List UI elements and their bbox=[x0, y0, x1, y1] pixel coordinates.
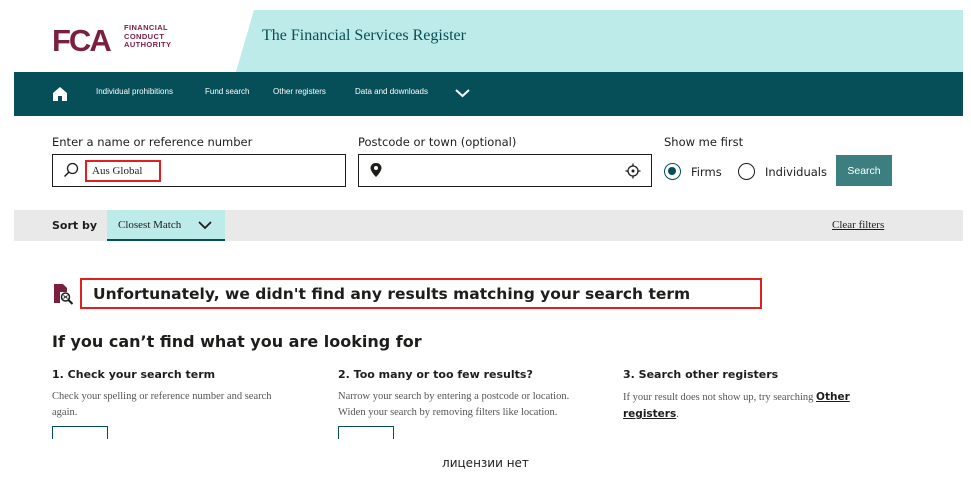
search-query-value[interactable]: Aus Global bbox=[85, 160, 161, 182]
sort-select-value: Closest Match bbox=[118, 219, 182, 231]
chevron-down-icon bbox=[198, 221, 212, 230]
chevron-down-icon[interactable] bbox=[455, 88, 470, 98]
no-results-text: Unfortunately, we didn't find any result… bbox=[93, 285, 691, 303]
clear-filters-link[interactable]: Clear filters bbox=[832, 219, 884, 231]
individuals-radio[interactable] bbox=[738, 163, 755, 180]
help-column-body: Narrow your search by entering a postcod… bbox=[338, 391, 570, 418]
help-action-button[interactable] bbox=[338, 426, 394, 440]
other-registers-link[interactable]: Other bbox=[816, 391, 850, 403]
help-column-title: 3. Search other registers bbox=[623, 368, 779, 381]
sort-bar: Sort by Closest Match Clear filters bbox=[14, 210, 963, 241]
logo-wordmark: FINANCIAL CONDUCT AUTHORITY bbox=[124, 23, 172, 49]
search-icon bbox=[63, 162, 79, 178]
logo-mark: FCA bbox=[52, 23, 112, 58]
firms-radio-label[interactable]: Firms bbox=[691, 165, 722, 179]
help-column-title: 1. Check your search term bbox=[52, 368, 216, 381]
nav-data-and-downloads[interactable]: Data and downloads bbox=[355, 87, 428, 96]
help-heading: If you can’t find what you are looking f… bbox=[52, 332, 422, 351]
site-header: FCA FINANCIAL CONDUCT AUTHORITY The Fina… bbox=[14, 10, 963, 72]
search-button[interactable]: Search bbox=[836, 155, 892, 186]
sort-select[interactable]: Closest Match bbox=[107, 210, 225, 241]
location-field-label: Postcode or town (optional) bbox=[358, 135, 517, 149]
current-location-icon[interactable] bbox=[625, 163, 641, 179]
home-icon[interactable] bbox=[52, 86, 68, 102]
location-pin-icon bbox=[370, 163, 382, 177]
show-first-label: Show me first bbox=[664, 135, 744, 149]
sort-by-label: Sort by bbox=[52, 219, 98, 232]
other-registers-link[interactable]: registers bbox=[623, 408, 676, 420]
document-search-icon bbox=[54, 284, 74, 305]
nav-other-registers[interactable]: Other registers bbox=[273, 87, 326, 96]
main-nav: Individual prohibitions Fund search Othe… bbox=[14, 72, 963, 116]
nav-fund-search[interactable]: Fund search bbox=[205, 87, 249, 96]
name-search-input[interactable]: Aus Global bbox=[52, 154, 346, 187]
name-field-label: Enter a name or reference number bbox=[52, 135, 253, 149]
caption-text: лицензии нет bbox=[442, 456, 529, 470]
help-column-body: If your result does not show up, try sea… bbox=[623, 391, 850, 420]
fca-logo[interactable]: FCA FINANCIAL CONDUCT AUTHORITY bbox=[14, 10, 254, 72]
no-results-message: Unfortunately, we didn't find any result… bbox=[80, 278, 762, 309]
individuals-radio-label[interactable]: Individuals bbox=[765, 165, 827, 179]
help-action-button[interactable] bbox=[52, 426, 108, 440]
help-column-title: 2. Too many or too few results? bbox=[338, 368, 533, 381]
page-title[interactable]: The Financial Services Register bbox=[262, 27, 466, 45]
location-input[interactable] bbox=[358, 154, 652, 187]
help-column-body: Check your spelling or reference number … bbox=[52, 391, 272, 418]
nav-individual-prohibitions[interactable]: Individual prohibitions bbox=[96, 87, 173, 96]
firms-radio[interactable] bbox=[664, 163, 681, 180]
